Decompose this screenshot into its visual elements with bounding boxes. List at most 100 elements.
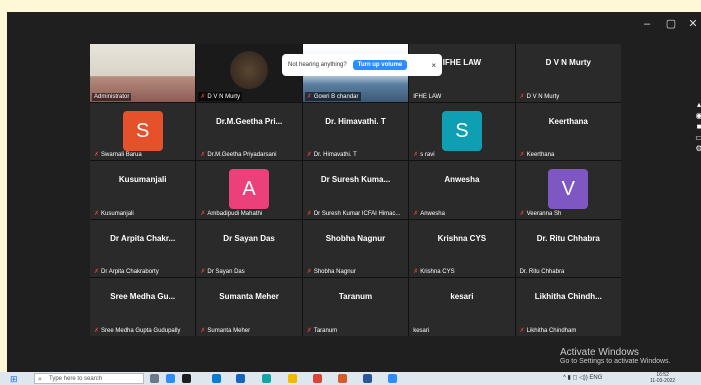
participant-tile[interactable]: Anwesha ✗ Anwesha xyxy=(409,161,515,219)
maximize-button[interactable]: ▢ xyxy=(660,16,682,32)
participant-name-label: ✗ Dr Suresh Kumar ICFAI Himac... xyxy=(305,209,403,218)
minimize-button[interactable]: – xyxy=(636,16,658,32)
muted-mic-icon: ✗ xyxy=(200,93,206,100)
zoom-app-icon[interactable] xyxy=(166,374,175,383)
participant-avatar: V xyxy=(548,169,589,210)
participant-tile[interactable]: Taranum ✗ Taranum xyxy=(302,278,409,336)
gear-icon[interactable]: ⚙ xyxy=(695,144,701,153)
participant-name-text: s ravi xyxy=(420,152,435,159)
participant-tile[interactable]: Dr. Ritu Chhabra Dr. Ritu Chhabra xyxy=(515,219,621,278)
participant-name-label: ✗ Swarnali Barua xyxy=(92,150,144,159)
participant-name-text: Administrator xyxy=(94,93,130,100)
participant-tile[interactable]: Dr Sayan Das ✗ Dr Sayan Das xyxy=(196,219,302,278)
participant-name-text: Anwesha xyxy=(420,210,445,217)
muted-mic-icon: ✗ xyxy=(306,210,312,217)
participant-tile[interactable]: Sumanta Meher ✗ Sumanta Meher xyxy=(196,278,302,336)
participant-tile[interactable]: kesari kesari xyxy=(409,278,515,336)
turn-up-volume-button[interactable]: Turn up volume xyxy=(352,60,408,70)
taskbar-search-input[interactable]: ⌕ Type here to search xyxy=(34,373,144,384)
participant-tile[interactable]: Dr Suresh Kuma... ✗ Dr Suresh Kumar ICFAI … xyxy=(302,161,409,219)
participant-tile[interactable]: S ✗ Swarnali Barua xyxy=(90,102,196,161)
taskbar-app-icon[interactable] xyxy=(262,374,271,383)
participant-name-label: Administrator xyxy=(92,92,132,101)
camera-icon[interactable]: ◉ xyxy=(696,111,701,120)
participant-tile[interactable]: Likhitha Chindh... ✗ Likhitha Chindham xyxy=(515,278,621,336)
search-placeholder: Type here to search xyxy=(49,376,103,382)
participant-name-label: ✗ Dr. Himavathi. T xyxy=(305,150,359,159)
participant-avatar: S xyxy=(122,110,163,151)
participant-tile[interactable]: Shobha Nagnur ✗ Shobha Nagnur xyxy=(302,219,409,278)
video-icon[interactable]: ■ xyxy=(697,122,701,131)
participant-name-text: Dr. Ritu Chhabra xyxy=(519,269,565,276)
participant-name-text: Swarnali Barua xyxy=(101,152,142,159)
participant-display-name: Dr Suresh Kuma... xyxy=(320,175,391,185)
participant-display-name: D V N Murty xyxy=(545,58,591,67)
file-explorer-icon[interactable] xyxy=(288,374,297,383)
taskbar-app-icon[interactable] xyxy=(236,374,245,383)
participant-tile[interactable]: Keerthana ✗ Keerthana xyxy=(515,102,621,161)
close-button[interactable]: ✕ xyxy=(682,16,701,32)
participant-name-text: D V N Murty xyxy=(526,93,560,100)
participant-tile[interactable]: D V N Murty ✗ D V N Murty xyxy=(515,44,621,102)
participant-tile[interactable]: S ✗ s ravi xyxy=(409,102,515,161)
participant-tile[interactable]: Krishna CYS ✗ Krishna CYS xyxy=(409,219,515,278)
participant-display-name: Taranum xyxy=(338,292,373,302)
word-icon[interactable] xyxy=(363,374,372,383)
participant-name-text: D V N Murty xyxy=(207,93,241,100)
participant-name-label: ✗ Keerthana xyxy=(518,150,557,159)
participant-name-text: Dr. Himavathi. T xyxy=(313,152,357,159)
muted-mic-icon: ✗ xyxy=(306,269,312,276)
taskbar-app-icon[interactable] xyxy=(212,374,221,383)
close-icon[interactable]: × xyxy=(431,61,436,70)
muted-mic-icon: ✗ xyxy=(413,269,419,276)
chat-icon[interactable]: ▭ xyxy=(695,133,701,142)
participant-name-text: Dr Arpita Chakraborty xyxy=(101,269,159,276)
participant-name-label: ✗ Sree Medha Gupta Gudupally xyxy=(92,326,182,335)
participant-tile[interactable]: V ✗ Veeranna Sh xyxy=(515,161,621,219)
language-indicator[interactable]: ENG xyxy=(589,375,602,381)
participant-display-name: Kusumanjali xyxy=(118,175,167,185)
participant-name-label: IFHE LAW xyxy=(411,93,443,101)
muted-mic-icon: ✗ xyxy=(519,152,525,159)
participant-name-label: ✗ D V N Murty xyxy=(198,91,243,101)
muted-mic-icon: ✗ xyxy=(200,327,206,334)
right-toolbar: ▴ ◉ ■ ▭ ⚙ xyxy=(692,100,701,160)
participant-name-text: Gowri B chandar xyxy=(313,93,359,100)
muted-mic-icon: ✗ xyxy=(94,327,100,334)
taskbar: ⊞ ⌕ Type here to search ^ ▮ ◻ ◁)) ENG 16… xyxy=(0,372,701,385)
participant-display-name: Krishna CYS xyxy=(437,233,487,243)
clock[interactable]: 16:52 11-03-2022 xyxy=(650,372,675,384)
muted-mic-icon: ✗ xyxy=(306,93,312,100)
participant-name-text: Krishna CYS xyxy=(420,269,455,276)
task-view-icon[interactable] xyxy=(150,374,159,383)
system-tray[interactable]: ^ ▮ ◻ ◁)) ENG xyxy=(563,374,602,381)
participant-name-text: Sree Medha Gupta Gudupally xyxy=(101,327,181,334)
collapse-icon[interactable]: ▴ xyxy=(697,100,701,109)
participant-tile[interactable]: Kusumanjali ✗ Kusumanjali xyxy=(90,161,196,219)
participant-tile[interactable]: Dr Arpita Chakr... ✗ Dr Arpita Chakraborty xyxy=(90,219,196,278)
participant-display-name: kesari xyxy=(450,292,474,302)
taskbar-app-icon[interactable] xyxy=(338,374,347,383)
muted-mic-icon: ✗ xyxy=(519,210,525,217)
windows-start-icon[interactable]: ⊞ xyxy=(10,374,18,385)
participant-name-text: Dr Sayan Das xyxy=(207,269,245,276)
muted-mic-icon: ✗ xyxy=(200,269,206,276)
zoom-meeting-icon[interactable] xyxy=(388,374,397,383)
participant-tile[interactable]: Sree Medha Gu... ✗ Sree Medha Gupta Gudupa… xyxy=(90,278,196,336)
participant-avatar: A xyxy=(229,169,270,210)
participant-name-text: Veeranna Sh xyxy=(526,210,562,217)
participant-tile[interactable]: Administrator xyxy=(90,44,196,102)
muted-mic-icon: ✗ xyxy=(94,269,100,276)
participant-display-name: Keerthana xyxy=(548,116,588,126)
taskbar-app-icon[interactable] xyxy=(182,374,191,383)
participant-name-label: ✗ Sumanta Meher xyxy=(198,326,252,335)
muted-mic-icon: ✗ xyxy=(413,152,419,159)
participant-tile[interactable]: A ✗ Ambadipudi Mahathi xyxy=(196,161,302,219)
activate-windows-watermark: Activate Windows Go to Settings to activ… xyxy=(560,347,671,365)
participant-tile[interactable]: Dr.M.Geetha Pri... ✗ Dr.M.Geetha Priyadars… xyxy=(196,102,302,161)
chrome-icon[interactable] xyxy=(313,374,322,383)
participant-name-text: Likhitha Chindham xyxy=(526,327,577,334)
participant-tile[interactable]: Dr. Himavathi. T ✗ Dr. Himavathi. T xyxy=(302,102,409,161)
participant-display-name: Dr Sayan Das xyxy=(223,233,275,243)
muted-mic-icon: ✗ xyxy=(94,152,100,159)
